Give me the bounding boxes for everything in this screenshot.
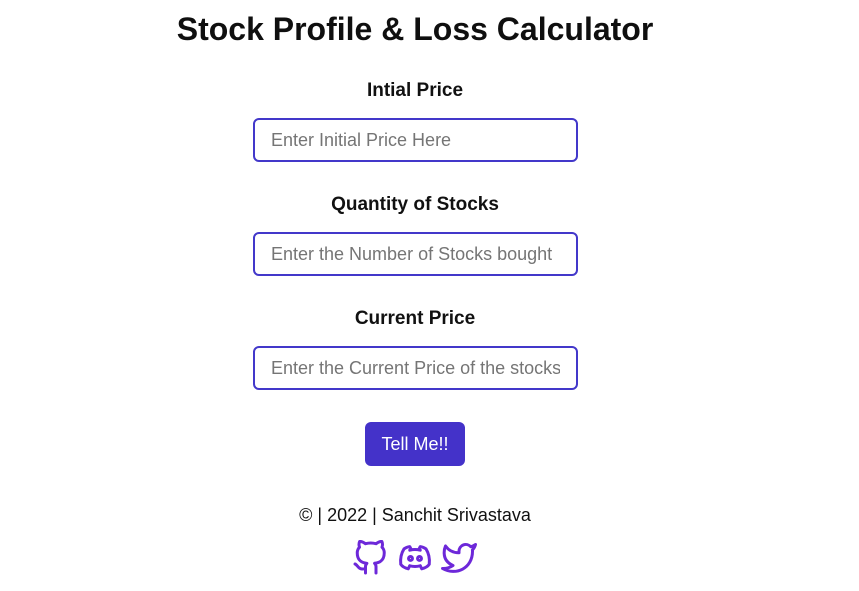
discord-icon bbox=[399, 545, 431, 571]
twitter-icon bbox=[441, 543, 477, 573]
github-icon bbox=[353, 540, 386, 575]
twitter-link[interactable] bbox=[441, 540, 477, 576]
quantity-input[interactable] bbox=[253, 232, 578, 276]
github-link[interactable] bbox=[352, 540, 388, 576]
current-price-input[interactable] bbox=[253, 346, 578, 390]
footer-copyright: © | 2022 | Sanchit Srivastava bbox=[299, 505, 531, 525]
tell-me-button[interactable]: Tell Me!! bbox=[365, 422, 465, 466]
page-title: Stock Profile & Loss Calculator bbox=[176, 11, 654, 47]
initial-price-input[interactable] bbox=[253, 118, 578, 162]
initial-price-label: Intial Price bbox=[366, 80, 464, 101]
current-price-label: Current Price bbox=[354, 308, 476, 329]
discord-link[interactable] bbox=[397, 540, 433, 576]
quantity-label: Quantity of Stocks bbox=[331, 194, 499, 215]
